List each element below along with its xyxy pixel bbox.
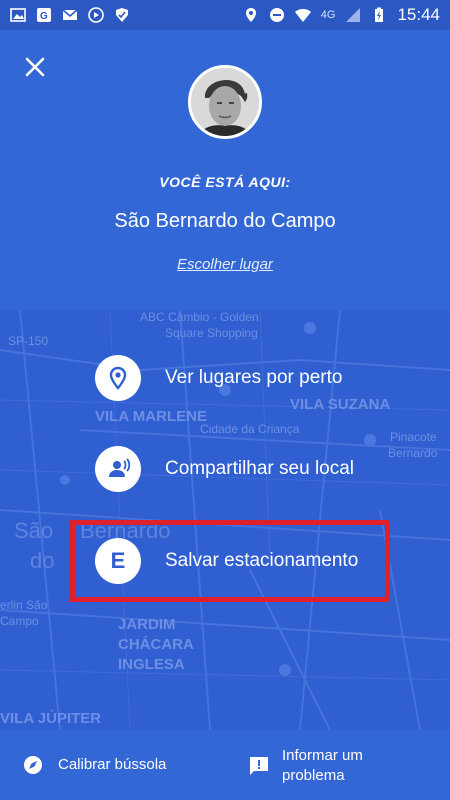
signal-icon <box>346 8 361 22</box>
avatar-photo <box>191 68 259 136</box>
map-label: ABC Câmbio - Golden <box>140 310 259 324</box>
report-problem-label: Informar um problema <box>282 747 363 784</box>
maps-notification-icon: G <box>37 8 51 22</box>
current-place-name: São Bernardo do Campo <box>114 210 336 232</box>
avatar <box>188 65 262 139</box>
map-label: CHÁCARA <box>118 636 194 653</box>
map-label: INGLESA <box>118 656 185 673</box>
map-label: Cidade da Criança <box>200 422 300 436</box>
notification-icons: G <box>10 7 130 23</box>
map-label: JARDIM <box>118 616 176 633</box>
highlight-box <box>70 520 390 602</box>
clock: 15:44 <box>397 5 440 24</box>
check-badge-icon <box>116 8 128 22</box>
compass-icon <box>24 756 42 774</box>
map-label: VILA JÚPITER <box>0 710 102 727</box>
choose-place-link[interactable]: Escolher lugar <box>0 256 450 273</box>
calibrate-compass-button[interactable]: Calibrar bússola <box>22 754 166 776</box>
calibrate-compass-label: Calibrar bússola <box>58 756 167 774</box>
status-bar: G 4G 15:44 <box>0 0 450 30</box>
play-icon <box>88 7 104 23</box>
system-icons: 4G 15:44 <box>243 5 440 25</box>
gmail-icon <box>62 9 78 20</box>
do-not-disturb-icon <box>269 8 284 22</box>
you-are-here-label: VOCÊ ESTÁ AQUI: <box>159 174 291 190</box>
network-type: 4G <box>320 9 336 21</box>
location-pin-icon <box>95 355 141 401</box>
close-button[interactable] <box>20 52 50 82</box>
bottom-bar: Calibrar bússola Informar um problema <box>0 730 450 800</box>
close-icon <box>25 57 45 77</box>
nearby-places-label: Ver lugares por perto <box>165 367 343 388</box>
location-header: VOCÊ ESTÁ AQUI: São Bernardo do Campo Es… <box>0 30 450 310</box>
wifi-icon <box>294 9 311 22</box>
image-icon <box>10 8 26 22</box>
map-label: VILA MARLENE <box>95 408 207 425</box>
map-label: erlin São <box>0 598 48 612</box>
battery-icon <box>375 7 384 22</box>
map-label: Pinacote <box>390 430 437 444</box>
map-label: São <box>14 518 54 543</box>
share-location-icon <box>95 446 141 492</box>
map-label: do <box>30 548 55 573</box>
map-label: Campo <box>0 614 39 628</box>
share-location-label: Compartilhar seu local <box>165 458 355 479</box>
feedback-icon <box>250 756 268 775</box>
map-label: SP-150 <box>8 334 49 348</box>
report-problem-button[interactable]: Informar um problema <box>248 746 402 785</box>
location-icon <box>245 8 256 22</box>
nearby-places-button[interactable]: Ver lugares por perto <box>95 355 342 401</box>
svg-text:G: G <box>40 11 48 22</box>
map-label: Square Shopping <box>165 326 258 340</box>
map-label: Bernardo <box>388 446 438 460</box>
share-location-button[interactable]: Compartilhar seu local <box>95 446 354 492</box>
